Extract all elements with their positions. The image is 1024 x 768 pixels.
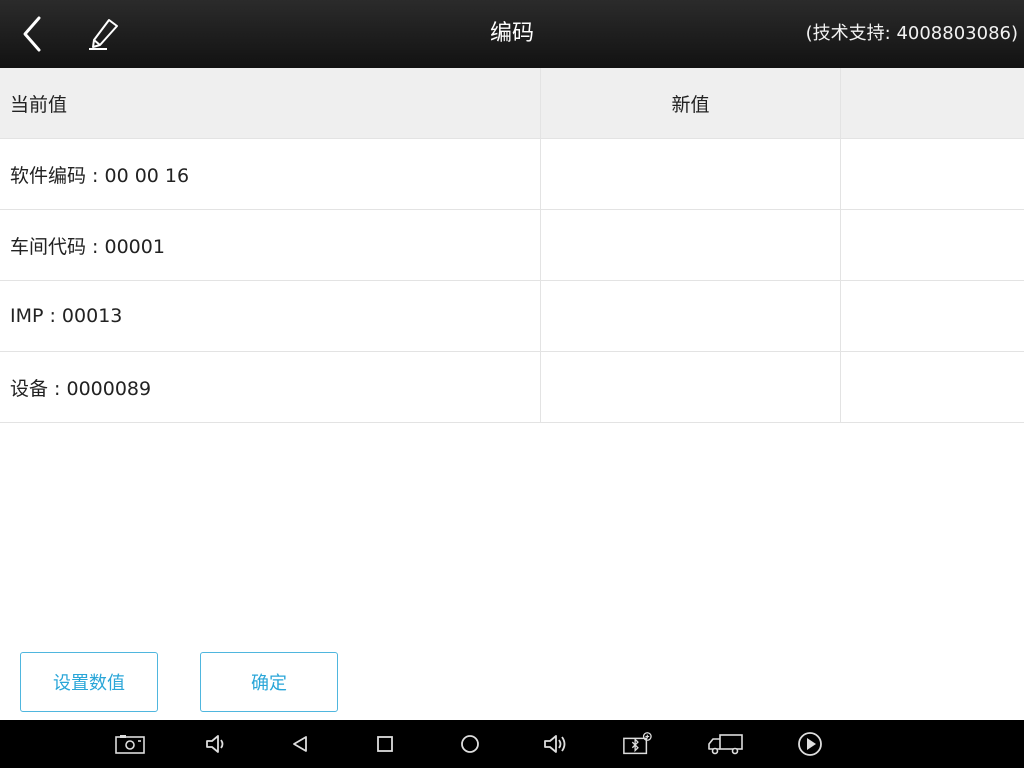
support-hotline: (技术支持: 4008803086)	[805, 23, 1018, 44]
header-current-value: 当前值	[0, 68, 541, 138]
current-value-cell: 车间代码 : 00001	[0, 210, 541, 280]
table-row[interactable]: 车间代码 : 00001	[0, 210, 1024, 281]
recent-apps-icon[interactable]	[370, 730, 400, 758]
current-value-cell: 设备 : 0000089	[0, 352, 541, 422]
new-value-cell[interactable]	[541, 210, 841, 280]
new-value-cell[interactable]	[541, 139, 841, 209]
edit-pencil-icon[interactable]	[84, 14, 124, 54]
system-nav-bar	[0, 720, 1024, 768]
set-value-button[interactable]: 设置数值	[20, 652, 158, 712]
new-value-cell[interactable]	[541, 352, 841, 422]
extra-cell	[841, 352, 1024, 422]
extra-cell	[841, 281, 1024, 351]
coding-table: 当前值 新值 软件编码 : 00 00 16 车间代码 : 00001 IMP …	[0, 68, 1024, 423]
screenshot-icon[interactable]	[115, 730, 145, 758]
extra-cell	[841, 139, 1024, 209]
back-triangle-icon[interactable]	[285, 730, 315, 758]
header-extra	[841, 68, 1024, 138]
table-header-row: 当前值 新值	[0, 68, 1024, 139]
home-icon[interactable]	[455, 730, 485, 758]
volume-up-icon[interactable]	[540, 730, 570, 758]
table-row[interactable]: 设备 : 0000089	[0, 352, 1024, 423]
new-value-cell[interactable]	[541, 281, 841, 351]
header-new-value: 新值	[541, 68, 841, 138]
extra-cell	[841, 210, 1024, 280]
top-bar: 编码 (技术支持: 4008803086)	[0, 0, 1024, 68]
truck-icon[interactable]	[705, 730, 745, 758]
table-row[interactable]: IMP : 00013	[0, 281, 1024, 352]
play-icon[interactable]	[795, 730, 825, 758]
current-value-cell: IMP : 00013	[0, 281, 541, 351]
confirm-button[interactable]: 确定	[200, 652, 338, 712]
table-row[interactable]: 软件编码 : 00 00 16	[0, 139, 1024, 210]
current-value-cell: 软件编码 : 00 00 16	[0, 139, 541, 209]
back-icon[interactable]	[14, 14, 50, 54]
vci-bluetooth-icon[interactable]	[622, 730, 652, 758]
volume-down-icon[interactable]	[201, 730, 231, 758]
